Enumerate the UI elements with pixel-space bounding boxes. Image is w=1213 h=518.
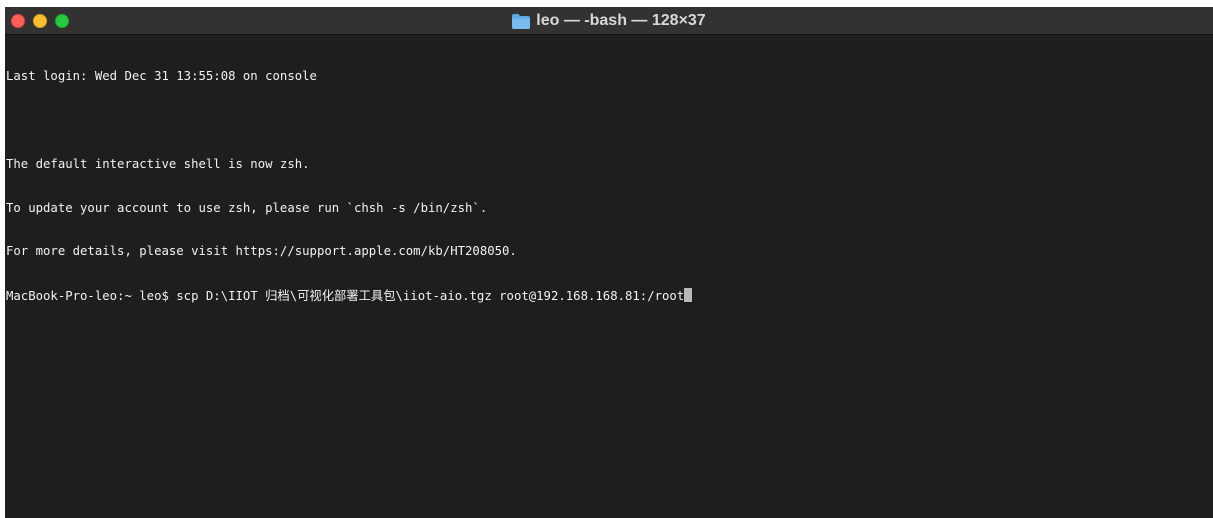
terminal-line: Last login: Wed Dec 31 13:55:08 on conso…: [6, 69, 317, 84]
text-cursor: [684, 288, 693, 303]
window-title: leo — -bash — 128×37: [536, 12, 706, 29]
terminal-output[interactable]: Last login: Wed Dec 31 13:55:08 on conso…: [5, 35, 1213, 332]
terminal-line: The default interactive shell is now zsh…: [6, 156, 310, 171]
command-input[interactable]: scp D:\IIOT 归档\可视化部署工具包\iiot-aio.tgz roo…: [176, 289, 684, 303]
terminal-window: leo — -bash — 128×37 Last login: Wed Dec…: [5, 7, 1213, 518]
window-title-container: leo — -bash — 128×37: [5, 7, 1213, 35]
folder-icon: [512, 13, 531, 29]
shell-prompt: MacBook-Pro-leo:~ leo$: [6, 289, 177, 304]
terminal-line: For more details, please visit https://s…: [6, 244, 517, 259]
command-line[interactable]: MacBook-Pro-leo:~ leo$ scp D:\IIOT 归档\可视…: [6, 288, 1213, 303]
title-bar[interactable]: leo — -bash — 128×37: [5, 7, 1213, 35]
terminal-line: To update your account to use zsh, pleas…: [6, 200, 488, 215]
